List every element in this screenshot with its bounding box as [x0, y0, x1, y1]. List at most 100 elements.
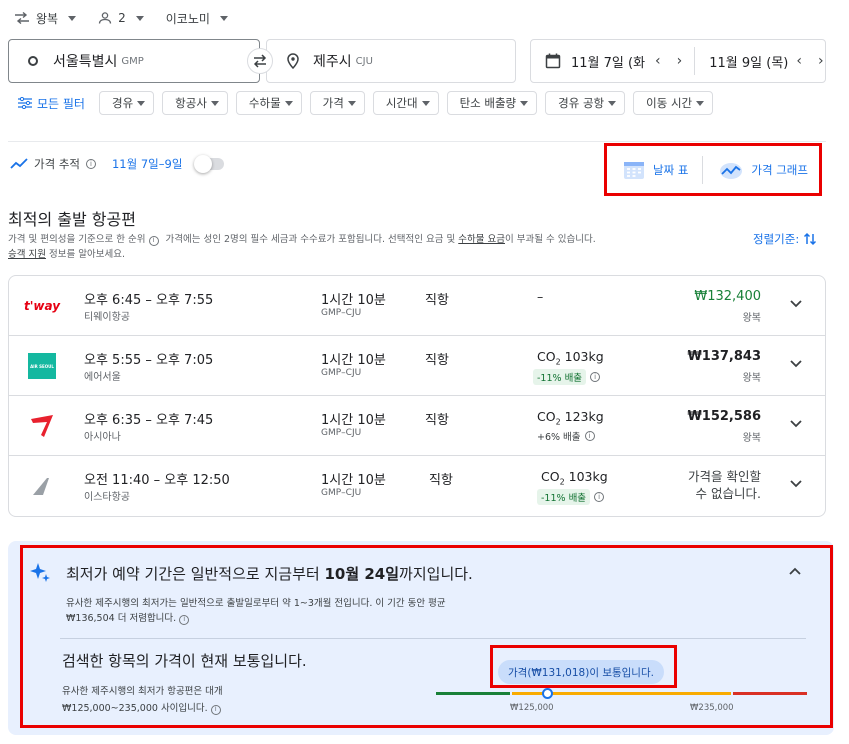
chip-label: 이동 시간	[646, 96, 693, 110]
trip-type-note: 왕복	[742, 373, 761, 384]
filter-airlines[interactable]: 항공사	[162, 91, 228, 115]
airseoul-logo-text: AIR SEOUL	[28, 353, 56, 379]
flight-price: ₩137,843	[687, 349, 761, 364]
sort-arrows-icon	[804, 232, 817, 246]
filter-stops[interactable]: 경유	[98, 91, 155, 115]
trip-type-note: 왕복	[742, 433, 761, 444]
flight-times: 오후 6:45 – 오후 7:55	[84, 293, 214, 308]
cabin-class-label: 이코노미	[165, 11, 210, 26]
flight-times: 오전 11:40 – 오후 12:50	[84, 473, 230, 488]
co2-prefix: CO	[537, 349, 556, 364]
co2-value: –	[537, 289, 544, 304]
range-low-label: ₩125,000	[510, 703, 554, 713]
chevron-down-icon[interactable]	[789, 356, 803, 370]
airline-name: 에어서울	[84, 372, 121, 383]
info-icon[interactable]: i	[584, 431, 595, 441]
flight-stops: 직항	[425, 353, 449, 368]
swap-places-button[interactable]	[247, 48, 273, 74]
insights-divider	[60, 638, 806, 639]
destination-input[interactable]: 제주시 CJU	[266, 39, 516, 83]
emissions-badge: -11% 배출	[533, 369, 587, 385]
eastar-logo-icon	[33, 478, 49, 495]
filter-price[interactable]: 가격	[309, 91, 365, 115]
depart-date[interactable]: 11월 7일 (화	[571, 52, 645, 71]
baggage-fees-link[interactable]: 수하물 요금	[458, 234, 505, 245]
date-grid-button[interactable]: 날짜 표	[607, 160, 688, 180]
range-high-label: ₩235,000	[690, 703, 734, 713]
cabin-class-select[interactable]: 이코노미	[166, 10, 228, 27]
flight-duration: 1시간 10분	[321, 353, 386, 368]
ranking-note: 가격 및 편의성을 기준으로 한 순위	[8, 234, 146, 245]
filter-duration[interactable]: 이동 시간	[633, 91, 714, 115]
insights-title: 최저가 예약 기간은 일반적으로 지금부터 10월 24일까지입니다.	[66, 563, 473, 584]
price-tracking-toggle[interactable]	[194, 155, 225, 173]
chevron-up-icon[interactable]	[788, 565, 802, 579]
chevron-down-icon	[347, 100, 356, 106]
flight-row[interactable]: t'way 오후 6:45 – 오후 7:55 티웨이항공 1시간 10분 GM…	[9, 276, 825, 336]
filter-connecting-airports[interactable]: 경유 공항	[545, 91, 626, 115]
price-graph-button[interactable]: 가격 그래프	[703, 160, 808, 180]
flight-stops: 직항	[425, 293, 449, 308]
depart-next-icon[interactable]: ›	[677, 53, 683, 69]
chevron-down-icon	[137, 100, 146, 106]
all-filters-button[interactable]: 모든 필터	[18, 95, 85, 112]
airline-name: 아시아나	[84, 432, 121, 443]
origin-input[interactable]: 서울특별시 GMP	[8, 39, 260, 83]
passenger-count: 2	[118, 11, 126, 25]
info-icon[interactable]: i	[85, 159, 96, 169]
range-text-line1: 유사한 제주시행의 최저가 항공편은 대개	[62, 686, 223, 697]
airline-logo: AIR SEOUL	[27, 353, 57, 379]
flight-route: GMP–CJU	[321, 488, 362, 498]
passenger-assistance-link[interactable]: 승객 지원	[8, 249, 46, 260]
location-pin-icon	[287, 53, 299, 69]
flight-row[interactable]: AIR SEOUL 오후 5:55 – 오후 7:05 에어서울 1시간 10분…	[9, 336, 825, 396]
depart-prev-icon[interactable]: ‹	[655, 53, 661, 69]
filter-times[interactable]: 시간대	[372, 91, 439, 115]
flight-price: ₩132,400	[694, 289, 761, 304]
tracking-dates: 11월 7일–9일	[111, 157, 183, 171]
chevron-down-icon[interactable]	[789, 296, 803, 310]
date-range-field: 11월 7일 (화 ‹ › 11월 9일 (목) ‹ ›	[530, 39, 826, 83]
filter-emissions[interactable]: 탄소 배출량	[446, 91, 538, 115]
airline-logo: t'way	[24, 294, 60, 318]
return-next-icon[interactable]: ›	[818, 53, 824, 69]
trip-type-select[interactable]: 왕복	[14, 10, 77, 27]
current-price-marker	[542, 688, 553, 699]
chevron-down-icon	[696, 100, 705, 106]
airline-logo	[27, 474, 57, 498]
return-prev-icon[interactable]: ‹	[796, 53, 802, 69]
chip-label: 항공사	[175, 96, 207, 110]
insights-title-start: 최저가 예약 기간은 일반적으로 지금부터	[66, 565, 320, 583]
chip-label: 수하물	[248, 96, 281, 110]
flight-stops: 직항	[429, 473, 453, 488]
info-icon[interactable]: i	[179, 614, 190, 625]
chevron-down-icon[interactable]	[789, 416, 803, 430]
flight-row[interactable]: 오전 11:40 – 오후 12:50 이스타항공 1시간 10분 GMP–CJ…	[9, 456, 825, 516]
sort-button[interactable]: 정렬기준:	[753, 231, 817, 247]
results-note: 가격 및 편의성을 기준으로 한 순위 i 가격에는 성인 2명의 필수 세금과…	[8, 232, 708, 262]
flight-route: GMP–CJU	[321, 308, 362, 318]
price-graph-label: 가격 그래프	[751, 162, 808, 177]
chevron-down-icon[interactable]	[789, 476, 803, 490]
chevron-down-icon	[608, 100, 617, 106]
price-graph-icon	[720, 162, 743, 179]
filter-bags[interactable]: 수하물	[235, 91, 302, 115]
price-tracking-label: 가격 추적	[34, 157, 80, 171]
co2-amount: 123kg	[564, 409, 604, 424]
insights-title-date: 10월 24일	[324, 565, 400, 583]
calendar-icon	[545, 53, 561, 69]
origin-circle-icon	[28, 56, 38, 66]
info-icon[interactable]: i	[594, 492, 605, 502]
destination-code: CJU	[355, 55, 373, 67]
chip-label: 가격	[322, 96, 344, 110]
info-icon[interactable]: i	[590, 372, 601, 382]
flight-times: 오후 5:55 – 오후 7:05	[84, 353, 214, 368]
price-range-low-segment	[436, 692, 510, 695]
info-icon[interactable]: i	[210, 704, 221, 715]
chip-label: 시간대	[385, 96, 418, 110]
flight-route: GMP–CJU	[321, 428, 362, 438]
return-date[interactable]: 11월 9일 (목)	[709, 52, 788, 71]
info-icon[interactable]: i	[148, 235, 159, 246]
passenger-select[interactable]: 2	[98, 11, 144, 25]
flight-row[interactable]: 오후 6:35 – 오후 7:45 아시아나 1시간 10분 GMP–CJU 직…	[9, 396, 825, 456]
